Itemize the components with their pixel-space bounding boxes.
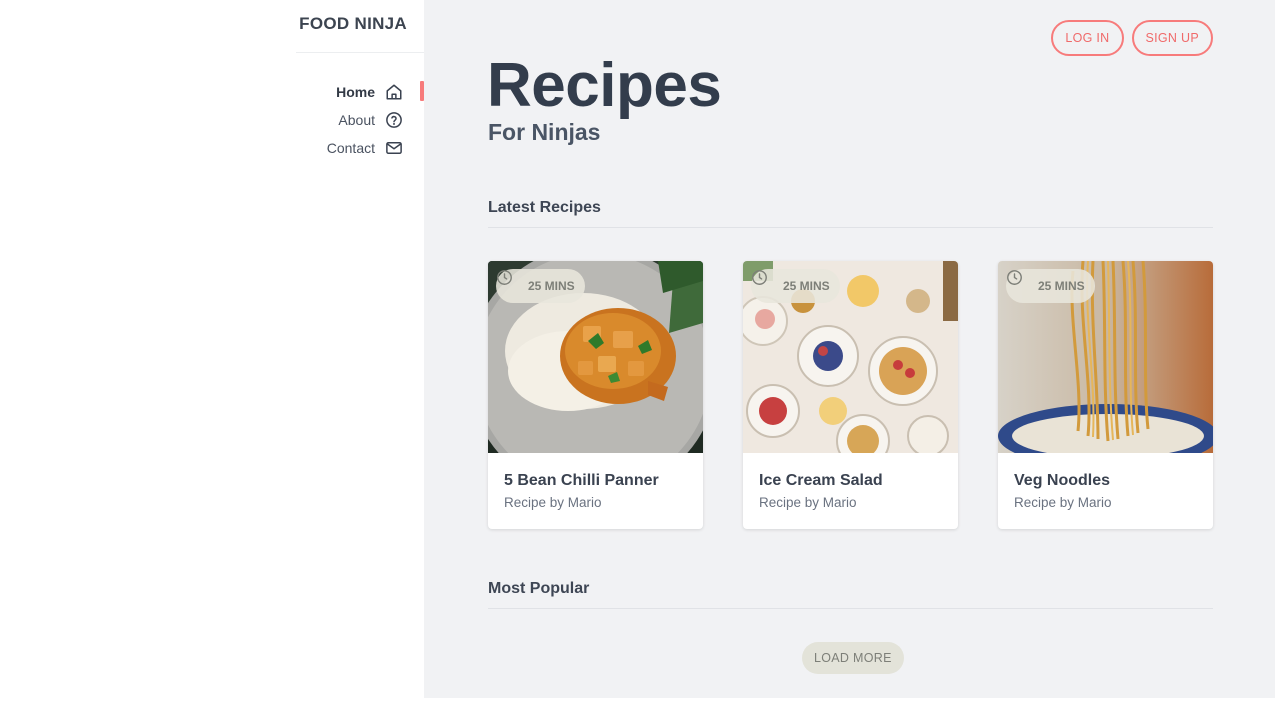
load-more-button[interactable]: LOAD MORE [802,642,904,674]
recipe-author: Recipe by Mario [1014,495,1112,510]
recipe-card-list: 25 MINS 5 Bean Chilli Panner Recipe by M… [488,261,1213,529]
cook-time-badge: 25 MINS [1006,269,1095,303]
cook-time-text: 25 MINS [1038,279,1085,293]
clock-icon [1007,270,1033,295]
help-circle-icon [385,111,403,129]
section-heading-latest: Latest Recipes [488,199,1213,228]
page-subtitle: For Ninjas [488,119,601,145]
sidebar-item-label: Contact [326,140,375,156]
recipe-title: Ice Cream Salad [759,472,883,489]
sidebar-item-label: Home [336,84,375,100]
main-content: LOG IN SIGN UP Recipes For Ninjas Latest… [424,0,1275,698]
cook-time-text: 25 MINS [783,279,830,293]
recipe-image: 25 MINS [743,261,958,453]
recipe-card[interactable]: 25 MINS Ice Cream Salad Recipe by Mario [743,261,958,529]
login-button[interactable]: LOG IN [1051,20,1124,56]
recipe-image: 25 MINS [488,261,703,453]
recipe-author: Recipe by Mario [504,495,602,510]
cook-time-text: 25 MINS [528,279,575,293]
cook-time-badge: 25 MINS [496,269,585,303]
recipe-image: 25 MINS [998,261,1213,453]
page-title: Recipes [487,51,722,120]
recipe-title: Veg Noodles [1014,472,1111,489]
recipe-card[interactable]: 25 MINS 5 Bean Chilli Panner Recipe by M… [488,261,703,529]
clock-icon [752,270,778,295]
brand-logo[interactable]: FOOD NINJA [296,0,424,53]
sidebar-item-about[interactable]: About [296,106,424,134]
mail-icon [385,139,403,157]
clock-icon [497,270,523,295]
signup-button[interactable]: SIGN UP [1131,20,1213,56]
sidebar-item-contact[interactable]: Contact [296,134,424,162]
section-heading-popular: Most Popular [488,580,1213,609]
cook-time-badge: 25 MINS [751,269,840,303]
sidebar-item-label: About [338,112,375,128]
auth-buttons: LOG IN SIGN UP [1051,20,1213,56]
recipe-title: 5 Bean Chilli Panner [504,472,659,489]
recipe-card[interactable]: 25 MINS Veg Noodles Recipe by Mario [998,261,1213,529]
recipe-author: Recipe by Mario [759,495,857,510]
home-icon [385,83,403,101]
sidebar: FOOD NINJA Home About Contact [0,0,424,710]
sidebar-item-home[interactable]: Home [296,78,424,106]
sidebar-nav: Home About Contact [296,78,424,162]
